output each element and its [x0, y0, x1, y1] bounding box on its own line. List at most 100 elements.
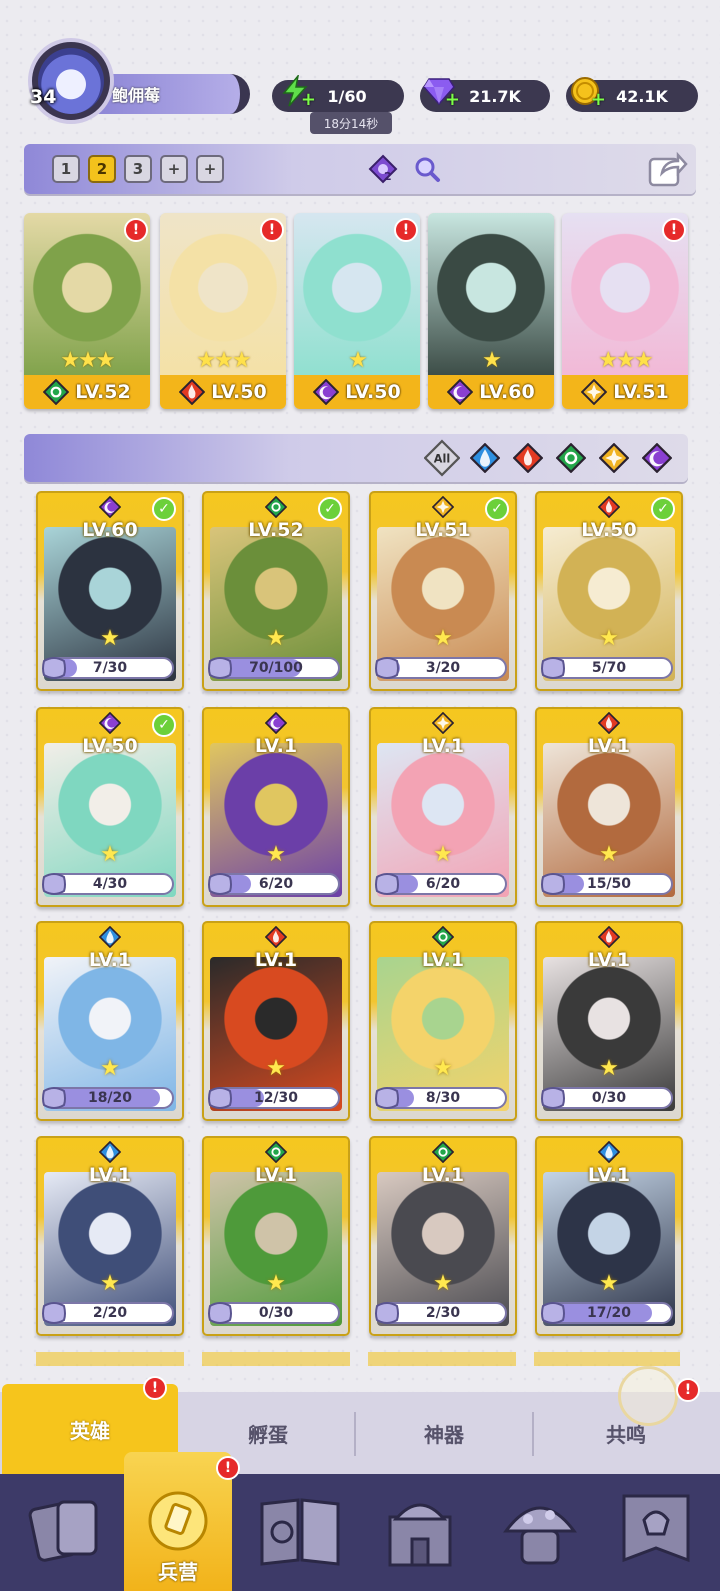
hero-stars: ★★★	[60, 348, 115, 373]
star-icon: ★	[100, 1271, 120, 1296]
hero-card[interactable]: LV.1 ★ 15/50	[535, 707, 683, 907]
hero-card[interactable]: LV.1 ★ 2/20	[36, 1136, 184, 1336]
shard-icon	[373, 655, 401, 681]
player-name: 鲍佣莓	[112, 86, 161, 105]
hero-card[interactable]: LV.1 ★ 12/30	[202, 921, 350, 1121]
team-hero-card[interactable]: ★★★ LV.51	[562, 213, 688, 409]
filter-light-button[interactable]	[596, 440, 632, 476]
hero-card[interactable]: ✓ LV.50 ★ 5/70	[535, 491, 683, 691]
team-tab-2[interactable]: 2	[88, 155, 116, 183]
team-slot-icon[interactable]	[366, 152, 400, 186]
magnifier-icon[interactable]	[410, 152, 444, 186]
tab-heroes-alert: !	[143, 1376, 167, 1400]
shard-count: 15/50	[586, 876, 632, 892]
hero-level: LV.51	[415, 519, 471, 541]
star-icon: ★	[100, 1056, 120, 1081]
team-hero-card[interactable]: ★ LV.50	[294, 213, 420, 409]
hero-level: LV.1	[587, 949, 631, 971]
shard-count: 70/100	[249, 660, 303, 676]
hero-card[interactable]: ✓ LV.60 ★ 7/30	[36, 491, 184, 691]
hero-level: LV.1	[421, 735, 465, 757]
hero-level-strip: LV.52	[24, 375, 150, 409]
player-avatar[interactable]	[28, 38, 114, 124]
nav-mushroom[interactable]	[492, 1480, 588, 1580]
nav-book[interactable]	[252, 1480, 348, 1580]
hero-level: LV.1	[254, 735, 298, 757]
shard-count: 2/30	[425, 1305, 461, 1321]
filter-all-button[interactable]: All	[424, 439, 460, 477]
guild-banner-icon	[622, 1494, 690, 1563]
team-hero-card[interactable]: ★★★ LV.52	[24, 213, 150, 409]
shard-count: 17/20	[586, 1305, 632, 1321]
shard-count: 8/30	[425, 1090, 461, 1106]
hero-card[interactable]: LV.1 ★ 6/20	[369, 707, 517, 907]
share-button[interactable]	[648, 150, 688, 188]
star-icon: ★	[599, 842, 619, 867]
floating-ring-button[interactable]	[618, 1366, 678, 1426]
team-tab-1[interactable]: 1	[52, 155, 80, 183]
shard-count: 0/30	[258, 1305, 294, 1321]
star-icon: ★	[599, 1271, 619, 1296]
hero-card[interactable]: ✓ LV.51 ★ 3/20	[369, 491, 517, 691]
team-hero-card[interactable]: ★★★ LV.50	[160, 213, 286, 409]
team-hero-card[interactable]: ★ LV.60	[428, 213, 554, 409]
hero-card[interactable]: LV.1 ★ 2/30	[369, 1136, 517, 1336]
nav-cards[interactable]	[18, 1480, 114, 1580]
hero-card[interactable]: LV.1 ★ 17/20	[535, 1136, 683, 1336]
filter-water-button[interactable]	[467, 440, 503, 476]
team-card-alert: !	[260, 218, 284, 242]
deployed-check-icon: ✓	[152, 497, 176, 521]
hero-level-strip: LV.50	[294, 375, 420, 409]
cards-icon	[28, 1500, 98, 1562]
next-row-peek	[36, 1352, 680, 1366]
share-icon	[648, 151, 688, 187]
hero-stars: ★★★	[196, 348, 251, 373]
hero-card[interactable]: ✓ LV.50 ★ 4/30	[36, 707, 184, 907]
hero-level: LV.1	[88, 1164, 132, 1186]
coin-value: 42.1K	[616, 86, 668, 106]
nav-barracks[interactable]: 兵营	[124, 1452, 232, 1591]
player-level: 34	[30, 86, 57, 108]
hero-level-strip: LV.60	[428, 375, 554, 409]
star-icon: ★	[266, 626, 286, 651]
tab-artifact[interactable]: 神器	[356, 1392, 532, 1474]
hero-stars: ★	[348, 348, 368, 373]
book-icon	[260, 1498, 340, 1566]
hero-card[interactable]: LV.1 ★ 0/30	[202, 1136, 350, 1336]
castle-icon	[388, 1503, 452, 1567]
energy-plus-icon[interactable]: +	[301, 89, 316, 110]
hero-card[interactable]: LV.1 ★ 0/30	[535, 921, 683, 1121]
gem-icon: +	[422, 74, 460, 110]
shard-count: 0/30	[591, 1090, 627, 1106]
shard-icon	[373, 1085, 401, 1111]
shard-icon	[206, 655, 234, 681]
hero-card[interactable]: ✓ LV.52 ★ 70/100	[202, 491, 350, 691]
barracks-icon	[148, 1491, 208, 1551]
shard-count: 4/30	[92, 876, 128, 892]
shard-count: 6/20	[258, 876, 294, 892]
filter-nature-button[interactable]	[553, 440, 589, 476]
nav-guild[interactable]	[608, 1480, 704, 1580]
svg-text:All: All	[434, 453, 450, 466]
hero-level: LV.1	[587, 735, 631, 757]
nav-castle[interactable]	[372, 1480, 468, 1580]
hero-level: LV.50	[82, 735, 138, 757]
hero-level: LV.50	[211, 381, 267, 403]
dark-element-icon	[313, 379, 340, 405]
team-add-button[interactable]: +	[160, 155, 188, 183]
shard-count: 18/20	[87, 1090, 133, 1106]
hero-level: LV.51	[613, 381, 669, 403]
filter-dark-button[interactable]	[639, 440, 675, 476]
team-tab-3[interactable]: 3	[124, 155, 152, 183]
hero-stars: ★	[482, 348, 502, 373]
team-card-alert: !	[662, 218, 686, 242]
star-icon: ★	[433, 1271, 453, 1296]
coin-plus-icon[interactable]: +	[591, 89, 606, 110]
hero-card[interactable]: LV.1 ★ 18/20	[36, 921, 184, 1121]
team-add-button[interactable]: +	[196, 155, 224, 183]
deployed-check-icon: ✓	[485, 497, 509, 521]
gem-plus-icon[interactable]: +	[445, 89, 460, 110]
hero-card[interactable]: LV.1 ★ 8/30	[369, 921, 517, 1121]
hero-card[interactable]: LV.1 ★ 6/20	[202, 707, 350, 907]
filter-fire-button[interactable]	[510, 440, 546, 476]
